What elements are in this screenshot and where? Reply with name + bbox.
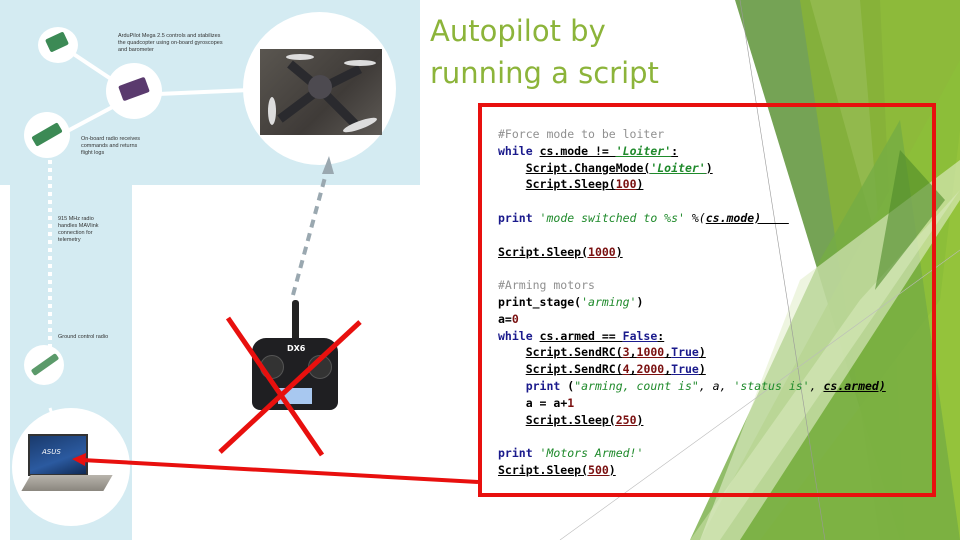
code-keyword: True — [671, 362, 699, 377]
code-token: Script.Sleep( — [525, 412, 616, 427]
code-line: Script.Sleep(500) — [498, 462, 886, 479]
code-token: , — [629, 345, 637, 360]
code-token: ) — [698, 362, 706, 377]
code-line: while cs.armed == False: — [498, 328, 886, 345]
code-number: 1 — [567, 395, 575, 410]
code-token: cs.mode) — [705, 210, 789, 225]
title-line-1: Autopilot by — [430, 14, 606, 48]
code-token: print_stage( — [498, 294, 582, 309]
code-line: a=0 — [498, 311, 886, 328]
code-string: 'status is' — [733, 378, 810, 393]
code-token: cs.mode != — [539, 143, 616, 158]
code-keyword: print — [525, 378, 561, 393]
code-keyword: print — [498, 446, 533, 461]
code-number: 2000 — [636, 362, 665, 377]
code-string: 'arming' — [581, 294, 637, 309]
code-token: ) — [636, 177, 644, 192]
code-number: 4 — [622, 362, 630, 377]
red-arrow-head — [72, 453, 86, 466]
slide-title: Autopilot by running a script — [430, 10, 659, 94]
code-line: a = a+1 — [498, 395, 886, 412]
code-token: cs.armed == — [539, 328, 623, 343]
code-token: ) — [705, 160, 713, 175]
red-arrow-line — [81, 458, 479, 484]
code-token: Script.SendRC( — [525, 345, 623, 360]
code-keyword: True — [671, 345, 699, 360]
code-keyword: while — [498, 143, 533, 158]
code-token: ) — [615, 244, 623, 259]
code-line: print_stage('arming') — [498, 294, 886, 311]
code-token: : — [657, 328, 665, 343]
code-number: 1000 — [636, 345, 665, 360]
code-number: 1000 — [588, 244, 616, 259]
code-block: #Force mode to be loiter while cs.mode !=… — [498, 126, 886, 479]
code-token: ) — [698, 345, 706, 360]
code-token: cs.armed) — [823, 378, 886, 393]
code-token: ) — [636, 412, 644, 427]
code-token: Script.Sleep( — [525, 177, 616, 192]
code-token: a = a+ — [525, 395, 568, 410]
code-token: , — [809, 378, 824, 393]
code-token: ( — [560, 378, 575, 393]
code-line: print 'Motors Armed!' — [498, 445, 886, 462]
code-token: %( — [684, 210, 706, 225]
code-token: , — [629, 362, 637, 377]
code-token: : — [671, 143, 679, 158]
code-token: Script.ChangeMode( — [525, 160, 651, 175]
code-number: 250 — [615, 412, 637, 427]
code-line: Script.Sleep(100) — [498, 176, 886, 193]
code-token: a= — [498, 311, 512, 326]
code-line: while cs.mode != 'Loiter': — [498, 143, 886, 160]
code-token: , a, — [698, 378, 734, 393]
code-string: 'mode switched to %s' — [532, 210, 685, 225]
code-comment: #Force mode to be loiter — [498, 127, 665, 141]
code-comment: #Arming motors — [498, 278, 595, 293]
code-number: 0 — [511, 311, 519, 326]
code-string: 'Motors Armed!' — [532, 446, 644, 461]
code-number: 3 — [622, 345, 630, 360]
code-token: ) — [608, 462, 616, 477]
code-token: Script.Sleep( — [498, 462, 589, 477]
code-line: Script.Sleep(250) — [498, 412, 886, 429]
title-line-2: running a script — [430, 56, 659, 90]
code-line: #Arming motors — [498, 277, 886, 294]
code-line: print ("arming, count is", a, 'status is… — [498, 378, 886, 395]
code-string: 'Loiter' — [650, 160, 706, 175]
code-keyword: print — [498, 210, 533, 225]
dashed-arrow-line — [291, 169, 329, 296]
code-string: "arming, count is" — [574, 378, 699, 393]
code-line: Script.Sleep(1000) — [498, 244, 886, 261]
code-number: 500 — [588, 462, 609, 477]
dashed-arrow-head — [322, 156, 334, 174]
code-token: Script.SendRC( — [525, 362, 623, 377]
code-line: Script.SendRC(4,2000,True) — [498, 361, 886, 378]
cross-stroke-2 — [218, 320, 362, 454]
code-line: Script.ChangeMode('Loiter') — [498, 160, 886, 177]
code-line: print 'mode switched to %s' %(cs.mode) — [498, 210, 886, 227]
code-line: Script.SendRC(3,1000,True) — [498, 344, 886, 361]
code-keyword: while — [498, 328, 533, 343]
code-number: 100 — [615, 177, 637, 192]
code-token: Script.Sleep( — [498, 244, 589, 259]
code-keyword: False — [622, 328, 658, 343]
code-line: #Force mode to be loiter — [498, 126, 886, 143]
code-string: 'Loiter' — [615, 143, 672, 158]
code-token: ) — [636, 294, 644, 309]
